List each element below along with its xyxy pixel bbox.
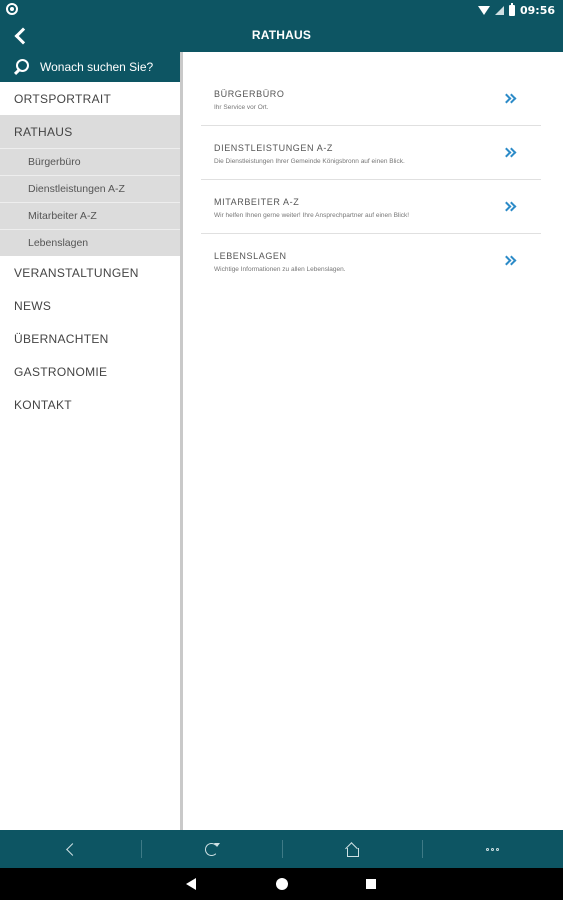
sidebar-subitem-mitarbeiter[interactable]: Mitarbeiter A-Z: [0, 202, 180, 229]
list-item-description: Wir helfen Ihnen gerne weiter! Ihre Ansp…: [214, 212, 410, 219]
list-item-title: DIENSTLEISTUNGEN A-Z: [214, 143, 334, 153]
app-header: RATHAUS: [0, 20, 563, 52]
refresh-icon: [204, 842, 220, 856]
list-item-dienstleistungen[interactable]: DIENSTLEISTUNGEN A-Z Die Dienstleistunge…: [201, 126, 541, 180]
sidebar-item-ortsportrait[interactable]: ORTSPORTRAIT: [0, 82, 180, 115]
sidebar-item-uebernachten[interactable]: ÜBERNACHTEN: [0, 322, 180, 355]
signal-icon: [494, 5, 504, 15]
sidebar-item-kontakt[interactable]: KONTAKT: [0, 388, 180, 421]
search-placeholder: Wonach suchen Sie?: [40, 60, 154, 74]
search-input[interactable]: Wonach suchen Sie?: [0, 52, 180, 82]
list-item-title: BÜRGERBÜRO: [214, 89, 285, 99]
system-navigation-bar: [0, 868, 563, 900]
system-back-icon[interactable]: [186, 878, 196, 890]
wifi-icon: [477, 5, 490, 15]
status-icons: 09:56: [477, 2, 555, 18]
toolbar-refresh-button[interactable]: [140, 830, 282, 868]
status-bar: 09:56: [0, 0, 563, 20]
more-dots-icon: [486, 847, 500, 851]
list-item-description: Wichtige Informationen zu allen Lebensla…: [214, 266, 346, 273]
toolbar-home-button[interactable]: [281, 830, 423, 868]
status-time: 09:56: [519, 3, 555, 17]
list-item-title: MITARBEITER A-Z: [214, 197, 300, 207]
list-item-lebenslagen[interactable]: LEBENSLAGEN Wichtige Informationen zu al…: [201, 234, 541, 288]
system-home-icon[interactable]: [276, 878, 288, 890]
search-icon: [12, 58, 30, 76]
double-chevron-right-icon: [503, 255, 515, 267]
toolbar-more-button[interactable]: [422, 830, 563, 868]
sidebar-item-news[interactable]: NEWS: [0, 289, 180, 322]
home-icon: [345, 842, 359, 857]
sidebar-subitem-dienstleistungen[interactable]: Dienstleistungen A-Z: [0, 175, 180, 202]
sidebar-item-gastronomie[interactable]: GASTRONOMIE: [0, 355, 180, 388]
page-title: RATHAUS: [251, 28, 312, 42]
sidebar-item-veranstaltungen[interactable]: VERANSTALTUNGEN: [0, 256, 180, 289]
toolbar-back-button[interactable]: [0, 830, 141, 868]
double-chevron-right-icon: [503, 93, 515, 105]
system-recents-icon[interactable]: [366, 879, 376, 889]
double-chevron-right-icon: [503, 201, 515, 213]
list-item-buergerbuero[interactable]: BÜRGERBÜRO Ihr Service vor Ort.: [201, 72, 541, 126]
list-item-description: Ihr Service vor Ort.: [214, 104, 269, 111]
bottom-toolbar: [0, 830, 563, 868]
double-chevron-right-icon: [503, 147, 515, 159]
app-notification-icon: [6, 3, 18, 15]
sidebar-subitem-lebenslagen[interactable]: Lebenslagen: [0, 229, 180, 256]
chevron-left-icon: [66, 842, 79, 856]
list-item-title: LEBENSLAGEN: [214, 251, 287, 261]
sidebar-item-rathaus[interactable]: RATHAUS: [0, 115, 180, 148]
battery-icon: [508, 2, 515, 16]
list-item-description: Die Dienstleistungen Ihrer Gemeinde Köni…: [214, 158, 405, 165]
content-panel: BÜRGERBÜRO Ihr Service vor Ort. DIENSTLE…: [183, 52, 563, 830]
content-list: BÜRGERBÜRO Ihr Service vor Ort. DIENSTLE…: [201, 72, 541, 288]
sidebar-subitem-buergerbuero[interactable]: Bürgerbüro: [0, 148, 180, 175]
sidebar: Wonach suchen Sie? ORTSPORTRAIT RATHAUS …: [0, 52, 183, 830]
list-item-mitarbeiter[interactable]: MITARBEITER A-Z Wir helfen Ihnen gerne w…: [201, 180, 541, 234]
